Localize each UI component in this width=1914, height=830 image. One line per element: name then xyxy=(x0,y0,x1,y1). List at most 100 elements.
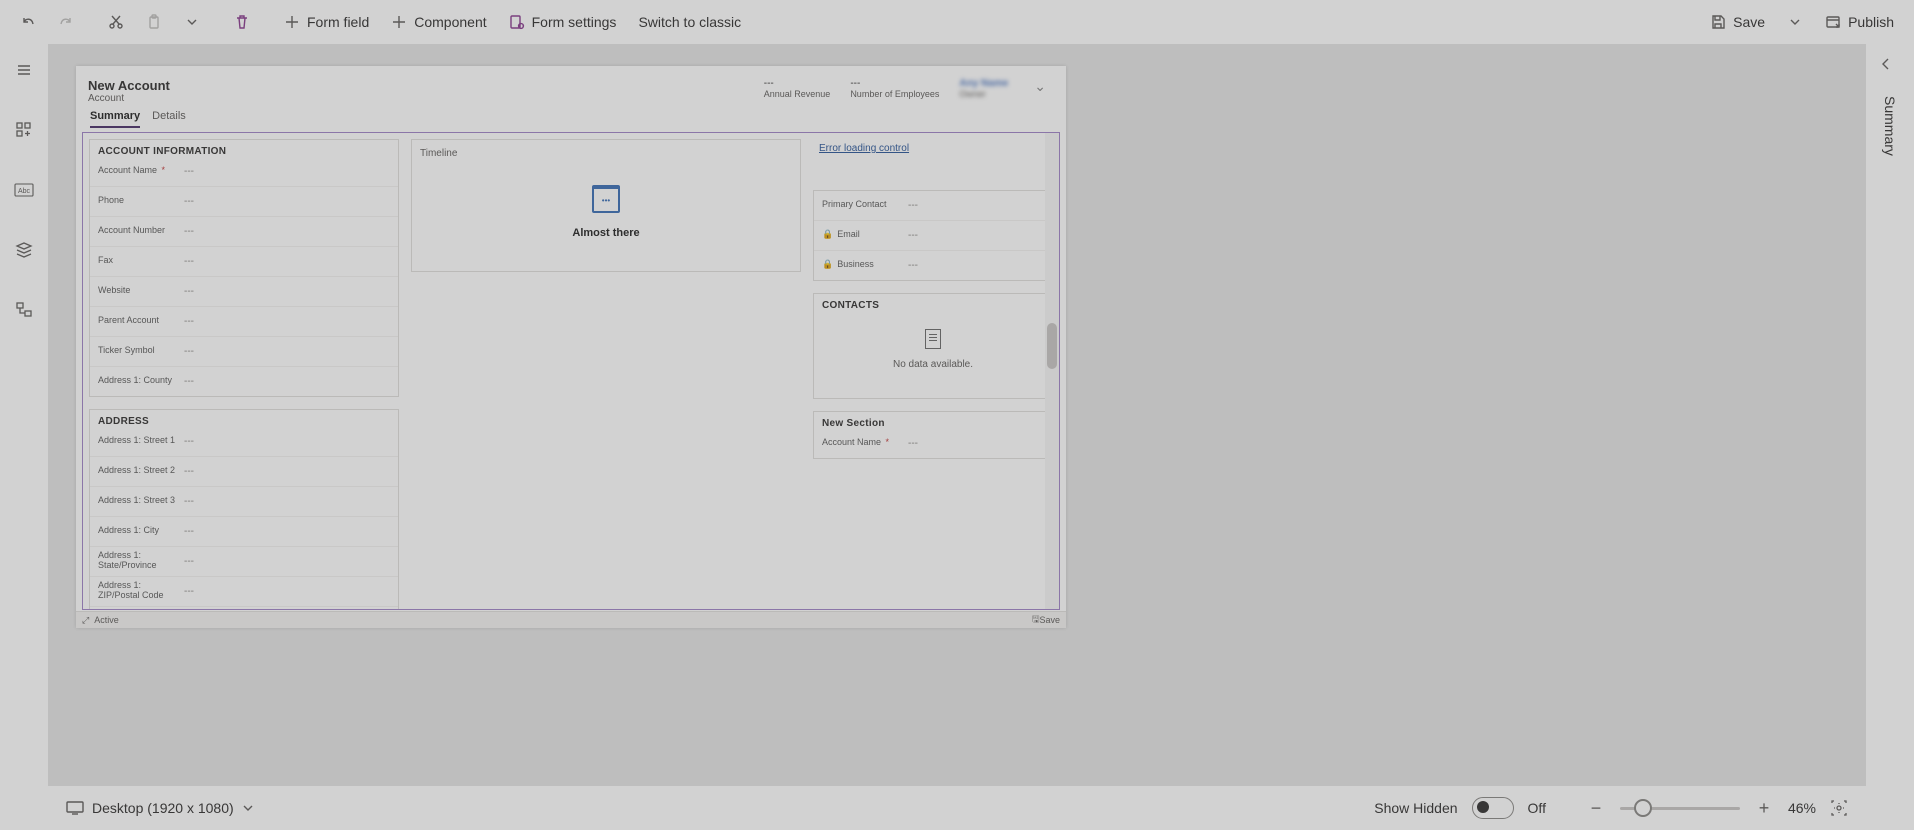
form-scrollbar[interactable] xyxy=(1045,133,1059,609)
form-field[interactable]: Account Name *--- xyxy=(90,157,398,186)
field-value: --- xyxy=(184,586,194,597)
hamburger-button[interactable] xyxy=(8,54,40,86)
field-value: --- xyxy=(184,556,194,567)
paste-button xyxy=(136,4,172,40)
tree-button[interactable] xyxy=(8,294,40,326)
add-form-field-button[interactable]: Form field xyxy=(274,4,379,40)
field-value: --- xyxy=(184,496,194,507)
switch-classic-button[interactable]: Switch to classic xyxy=(628,4,751,40)
field-label: 🔒Business xyxy=(822,260,908,270)
form-column-left: ACCOUNT INFORMATIONAccount Name *---Phon… xyxy=(89,139,399,603)
form-title: New Account xyxy=(88,78,170,93)
form-settings-label: Form settings xyxy=(532,14,617,30)
cut-button[interactable] xyxy=(98,4,134,40)
scrollbar-thumb[interactable] xyxy=(1047,323,1057,369)
show-hidden-toggle[interactable] xyxy=(1472,797,1514,819)
field-value: --- xyxy=(184,226,194,237)
form-entity-label: Account xyxy=(88,93,170,104)
header-metric-owner[interactable]: Any Name Owner xyxy=(959,78,1008,99)
form-field[interactable]: Website--- xyxy=(90,276,398,306)
section-contacts[interactable]: CONTACTS No data available. xyxy=(813,293,1053,399)
form-footer: ⤢ Active 🖫 Save xyxy=(76,611,1066,628)
save-button[interactable]: Save xyxy=(1700,4,1775,40)
more-paste-chevron[interactable] xyxy=(174,4,210,40)
form-field[interactable]: Address 1: City--- xyxy=(90,516,398,546)
form-field[interactable]: Ticker Symbol--- xyxy=(90,336,398,366)
field-value: --- xyxy=(908,260,918,271)
zoom-slider[interactable] xyxy=(1620,807,1740,810)
footer-save-label: Save xyxy=(1039,615,1060,625)
layers-icon xyxy=(15,241,33,259)
section-error-control[interactable]: Error loading control xyxy=(813,139,1053,178)
timeline-control[interactable]: Timeline ••• Almost there xyxy=(411,139,801,272)
expand-properties-button[interactable] xyxy=(1878,56,1902,80)
form-field[interactable]: Address 1: Country/Region--- xyxy=(90,606,398,610)
field-label: Phone xyxy=(98,196,184,206)
undo-button[interactable] xyxy=(10,4,46,40)
form-field[interactable]: Primary Contact--- xyxy=(814,191,1052,220)
field-value: --- xyxy=(184,316,194,327)
form-field[interactable]: Address 1: Street 1--- xyxy=(90,427,398,456)
field-value: --- xyxy=(184,256,194,267)
show-hidden-state: Off xyxy=(1528,800,1546,816)
header-chevron[interactable]: ⌄ xyxy=(1034,78,1046,95)
save-label: Save xyxy=(1733,14,1765,30)
undo-icon xyxy=(20,14,36,30)
tab-details[interactable]: Details xyxy=(152,110,186,128)
header-metric-employees[interactable]: --- Number of Employees xyxy=(850,78,939,99)
form-field[interactable]: Phone--- xyxy=(90,186,398,216)
form-field[interactable]: Account Name *--- xyxy=(814,429,1052,458)
form-field[interactable]: Address 1: State/Province--- xyxy=(90,546,398,576)
grid-icon xyxy=(15,121,33,139)
form-field[interactable]: Fax--- xyxy=(90,246,398,276)
add-component-button[interactable]: Component xyxy=(381,4,496,40)
field-label: Address 1: Street 3 xyxy=(98,496,184,506)
form-field[interactable]: Parent Account--- xyxy=(90,306,398,336)
field-label-button[interactable]: Abc xyxy=(8,174,40,206)
form-field[interactable]: Address 1: Street 2--- xyxy=(90,456,398,486)
form-field[interactable]: 🔒Business--- xyxy=(814,250,1052,280)
form-field[interactable]: Address 1: County--- xyxy=(90,366,398,396)
design-canvas[interactable]: New Account Account --- Annual Revenue -… xyxy=(48,44,1866,786)
section-address[interactable]: ADDRESSAddress 1: Street 1---Address 1: … xyxy=(89,409,399,610)
field-label: Address 1: County xyxy=(98,376,184,386)
error-loading-link[interactable]: Error loading control xyxy=(813,139,1053,158)
tab-body-selected[interactable]: ACCOUNT INFORMATIONAccount Name *---Phon… xyxy=(82,132,1060,610)
plus-icon xyxy=(284,14,300,30)
save-chevron[interactable] xyxy=(1777,4,1813,40)
redo-button xyxy=(48,4,84,40)
document-icon xyxy=(925,329,941,349)
form-header[interactable]: New Account Account --- Annual Revenue -… xyxy=(76,66,1066,104)
form-field[interactable]: Account Number--- xyxy=(90,216,398,246)
fit-to-screen-button[interactable] xyxy=(1830,799,1848,817)
section-primary-contact[interactable]: Primary Contact---🔒Email---🔒Business--- xyxy=(813,190,1053,281)
footer-expand-icon[interactable]: ⤢ xyxy=(82,615,89,626)
layers-button[interactable] xyxy=(8,234,40,266)
header-metric-annual-revenue[interactable]: --- Annual Revenue xyxy=(764,78,831,99)
viewport-selector[interactable]: Desktop (1920 x 1080) xyxy=(66,800,254,816)
tab-summary[interactable]: Summary xyxy=(90,110,140,128)
delete-button[interactable] xyxy=(224,4,260,40)
timeline-message: Almost there xyxy=(572,227,639,239)
components-button[interactable] xyxy=(8,114,40,146)
chevron-down-icon xyxy=(1787,14,1803,30)
form-field[interactable]: Address 1: Street 3--- xyxy=(90,486,398,516)
form-field[interactable]: 🔒Email--- xyxy=(814,220,1052,250)
publish-button[interactable]: Publish xyxy=(1815,4,1904,40)
section-new-section[interactable]: New SectionAccount Name *--- xyxy=(813,411,1053,459)
form-field[interactable]: Address 1: ZIP/Postal Code--- xyxy=(90,576,398,606)
field-value: --- xyxy=(908,200,918,211)
command-bar: Form field Component Form settings Switc… xyxy=(0,0,1914,44)
zoom-in-button[interactable]: + xyxy=(1754,798,1774,819)
field-label: Address 1: City xyxy=(98,526,184,536)
zoom-out-button[interactable]: − xyxy=(1586,798,1606,819)
section-account-information[interactable]: ACCOUNT INFORMATIONAccount Name *---Phon… xyxy=(89,139,399,397)
redo-icon xyxy=(58,14,74,30)
form-settings-button[interactable]: Form settings xyxy=(499,4,627,40)
publish-label: Publish xyxy=(1848,14,1894,30)
zoom-slider-thumb[interactable] xyxy=(1634,799,1652,817)
form-preview[interactable]: New Account Account --- Annual Revenue -… xyxy=(76,66,1066,628)
footer-save-icon[interactable]: 🖫 xyxy=(1032,612,1040,628)
chevron-down-icon xyxy=(242,802,254,814)
right-rail-label: Summary xyxy=(1882,96,1898,156)
